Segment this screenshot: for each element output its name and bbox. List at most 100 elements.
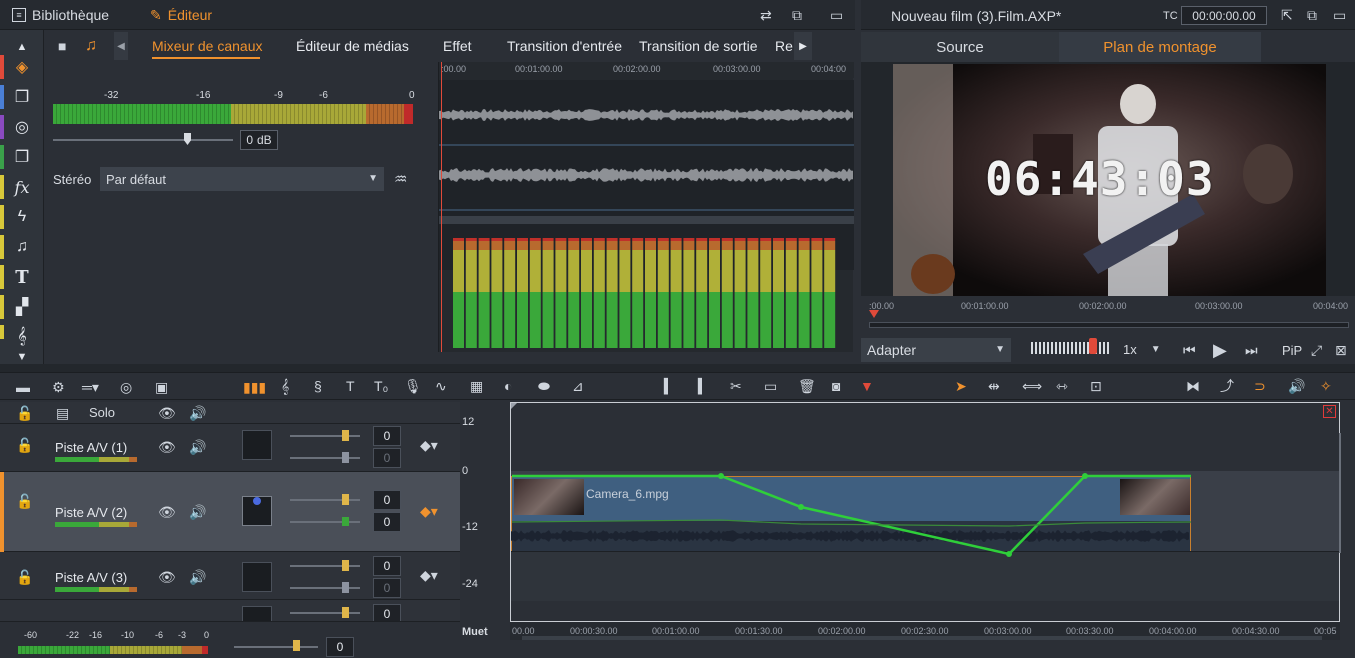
pan-dot[interactable] — [253, 497, 261, 505]
microphone-icon[interactable]: 🎙 — [404, 379, 422, 393]
volume-slider[interactable] — [290, 565, 360, 567]
disc-icon[interactable]: ◎ — [0, 112, 44, 142]
speed-select[interactable]: 1x ▼ — [1123, 342, 1161, 357]
lock-icon[interactable]: 🔓 — [16, 494, 33, 508]
pan-knob[interactable] — [342, 517, 349, 526]
image-icon[interactable]: ▣ — [155, 380, 168, 394]
popout-icon[interactable]: ⧉ — [1307, 8, 1317, 22]
tab-timeline[interactable]: Plan de montage — [1059, 32, 1261, 62]
track-name[interactable]: Piste A/V (3) — [55, 570, 127, 585]
camera-icon[interactable]: ◙ — [832, 379, 840, 393]
jog-knob[interactable] — [1089, 338, 1097, 354]
ripple-icon[interactable]: ⤴ — [1220, 379, 1234, 393]
magnet-icon[interactable]: ⊃ — [1254, 379, 1266, 393]
pan-control[interactable] — [242, 430, 272, 460]
volume-knob[interactable] — [342, 607, 349, 618]
slip-icon[interactable]: ⟺ — [1022, 379, 1042, 393]
editor-tab[interactable]: ✎ Éditeur — [150, 7, 212, 23]
timeline-area[interactable]: ✕ Camera_6.mpg — [510, 402, 1341, 622]
pan-knob[interactable] — [342, 452, 349, 463]
surround-icon[interactable]: ♒ — [394, 172, 407, 187]
volume-knob[interactable] — [342, 494, 349, 505]
volume-value[interactable]: 0 — [373, 490, 401, 510]
tab-source[interactable]: Source — [861, 32, 1059, 62]
maximize-icon[interactable]: ▭ — [830, 8, 843, 22]
master-value[interactable]: 0 — [326, 637, 354, 657]
settings-icon[interactable]: ⚙ — [52, 380, 65, 394]
playhead[interactable] — [441, 62, 442, 352]
tab-transition-in[interactable]: Transition d'entrée — [507, 38, 622, 54]
volume-knob[interactable] — [342, 430, 349, 441]
library-tab[interactable]: ≡ Bibliothèque — [12, 7, 109, 23]
tab-transition-out[interactable]: Transition de sortie — [639, 38, 758, 54]
pan-value[interactable]: 0 — [373, 448, 401, 468]
splitter[interactable] — [0, 364, 1355, 372]
pan-slider[interactable] — [290, 587, 360, 589]
lock-icon[interactable]: 🔓 — [16, 406, 33, 420]
speaker-icon[interactable]: 🔊 — [189, 570, 206, 584]
timeline-hscroll[interactable] — [522, 636, 1322, 640]
track-height-icon[interactable]: ═▾ — [82, 380, 99, 394]
fit-timeline-icon[interactable]: ⊡ — [1090, 379, 1102, 393]
jog-shuttle[interactable] — [1031, 342, 1111, 354]
disc-icon[interactable]: ◎ — [120, 380, 132, 394]
track-name[interactable]: Piste A/V (2) — [55, 505, 127, 520]
montage-icon[interactable]: ▞ — [0, 292, 44, 322]
speaker-icon[interactable]: 🔊 — [189, 505, 206, 519]
pan-control[interactable] — [242, 562, 272, 592]
tab-effect[interactable]: Effet — [443, 38, 472, 54]
tab-more[interactable]: Re — [775, 38, 793, 54]
marker-out-icon[interactable]: ▍ — [698, 379, 709, 393]
tabs-scroll-right-icon[interactable]: ▶ — [794, 32, 812, 60]
keyframe-icon[interactable]: ◆▾ — [420, 438, 438, 452]
pan-value[interactable]: 0 — [373, 512, 401, 532]
pointer-icon[interactable]: ➤ — [955, 379, 967, 393]
blend-icon[interactable]: ⬬ — [538, 379, 550, 393]
subtitle-icon[interactable]: T₀ — [374, 379, 388, 393]
gap-icon[interactable]: ▭ — [764, 379, 777, 393]
solo-label[interactable]: Solo — [89, 405, 115, 420]
volume-slider[interactable] — [290, 499, 360, 501]
pan-slider[interactable] — [290, 521, 360, 523]
fullscreen-icon[interactable]: ⤢ — [1311, 343, 1322, 357]
split-icon[interactable]: ⧓ — [1186, 379, 1200, 393]
preview-scrubber[interactable] — [869, 322, 1349, 328]
gain-slider[interactable] — [53, 139, 233, 141]
master-knob[interactable] — [293, 640, 300, 651]
track-icon[interactable]: ▤ — [56, 406, 69, 420]
gain-field[interactable]: 0 dB — [240, 130, 278, 150]
eye-icon[interactable]: 👁 — [158, 505, 176, 519]
timeline-vscroll[interactable] — [1339, 433, 1341, 553]
play-icon[interactable]: ▶ — [1213, 341, 1227, 359]
export-icon[interactable]: ⇱ — [1281, 8, 1293, 22]
crop-icon[interactable]: ⊠ — [1335, 343, 1347, 357]
tab-media-editor[interactable]: Éditeur de médias — [296, 38, 409, 54]
pip-button[interactable]: PiP — [1282, 343, 1302, 358]
volume-value[interactable]: 0 — [373, 556, 401, 576]
trash-icon[interactable]: 🗑 — [798, 379, 816, 393]
volume-slider[interactable] — [290, 612, 360, 614]
tabs-scroll-left-icon[interactable]: ◀ — [114, 32, 128, 60]
track-row-selected[interactable]: 🔓 Piste A/V (2) 👁 🔊 0 0 ◆▾ — [0, 472, 460, 552]
sound-effect-icon[interactable]: § — [314, 379, 322, 393]
track-name[interactable]: Piste A/V (1) — [55, 440, 127, 455]
motion-icon[interactable]: ⊿ — [572, 379, 584, 393]
video-camera-icon[interactable]: ■ — [58, 39, 66, 53]
marker-in-icon[interactable]: ▍ — [664, 379, 675, 393]
step-back-icon[interactable]: ⏮ — [1183, 343, 1196, 357]
color-icon[interactable]: ◐ — [504, 379, 512, 393]
stereo-select[interactable]: Par défaut ▼ — [100, 167, 384, 191]
title-icon[interactable]: T — [0, 262, 44, 292]
fit-select[interactable]: Adapter ▼ — [861, 338, 1011, 362]
keyframe-icon[interactable]: ◆▾ — [420, 504, 438, 518]
audio-mixer-icon[interactable]: ▮▮▮ — [243, 380, 266, 394]
eye-icon[interactable]: 👁 — [158, 440, 176, 454]
scrubber-marker[interactable] — [869, 310, 879, 318]
swap-icon[interactable]: ⇄ — [760, 8, 772, 22]
marker-icon[interactable]: ▼ — [860, 379, 874, 393]
lightning-icon[interactable]: ϟ — [0, 202, 44, 232]
treble-clef-icon[interactable]: 𝄞 — [281, 379, 289, 393]
speaker-icon[interactable]: 🔊 — [189, 440, 206, 454]
audio-icon[interactable]: ♫ — [85, 38, 97, 54]
volume-slider[interactable] — [290, 435, 360, 437]
